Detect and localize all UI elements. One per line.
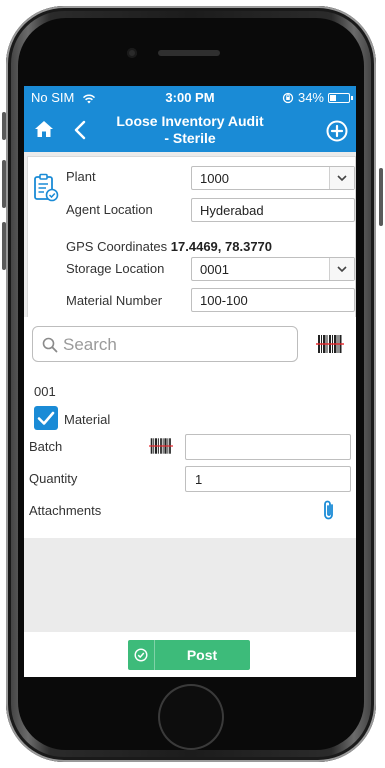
clipboard-icon xyxy=(34,173,59,202)
plant-label: Plant xyxy=(66,169,96,184)
agent-location-label: Agent Location xyxy=(66,202,153,217)
search-placeholder: Search xyxy=(63,335,117,354)
agent-location-value: Hyderabad xyxy=(200,203,264,218)
chevron-down-icon[interactable] xyxy=(329,167,354,189)
earpiece-speaker xyxy=(158,50,220,56)
material-number-label: Material Number xyxy=(66,293,163,308)
status-right: 34% xyxy=(282,90,353,105)
quantity-value: 1 xyxy=(195,472,203,487)
batch-label: Batch xyxy=(29,439,63,454)
quantity-field[interactable]: 1 xyxy=(185,466,351,492)
batch-field[interactable] xyxy=(185,434,351,460)
battery-fill xyxy=(330,94,336,101)
material-number-field[interactable]: 100-100 xyxy=(191,288,355,312)
quantity-label: Quantity xyxy=(29,471,78,486)
attachments-label: Attachments xyxy=(29,503,102,518)
power-button xyxy=(379,168,383,226)
page-title: Loose Inventory Audit - Sterile xyxy=(84,113,296,147)
material-label: Material xyxy=(64,412,111,427)
agent-location-field[interactable]: Hyderabad xyxy=(191,198,355,222)
volume-up-button xyxy=(2,160,6,208)
mute-switch xyxy=(2,112,6,140)
volume-down-button xyxy=(2,222,6,270)
navigation-bar: Loose Inventory Audit - Sterile xyxy=(24,108,356,152)
search-icon xyxy=(42,337,58,353)
material-checkbox[interactable] xyxy=(34,406,58,430)
orientation-lock-icon xyxy=(282,92,294,103)
home-icon[interactable] xyxy=(34,120,54,138)
storage-location-select[interactable]: 0001 xyxy=(191,257,355,281)
battery-icon xyxy=(328,92,353,103)
storage-location-label: Storage Location xyxy=(66,261,165,276)
batch-barcode-icon[interactable] xyxy=(149,437,173,455)
line-item-panel: 001 Material Batch Quantity 1 Attachment… xyxy=(24,371,356,538)
item-number: 001 xyxy=(34,384,56,399)
storage-location-value: 0001 xyxy=(200,262,229,277)
app-screen: No SIM 3:00 PM 34% Loose Inventory Audit… xyxy=(24,86,356,677)
plant-select[interactable]: 1000 xyxy=(191,166,355,190)
audit-header-card: Plant 1000 Agent Location Hyderabad GPS … xyxy=(27,156,356,318)
gps-value: 17.4469, 78.3770 xyxy=(170,239,273,254)
material-number-value: 100-100 xyxy=(200,293,248,308)
plant-value: 1000 xyxy=(200,171,229,186)
check-circle-icon xyxy=(128,640,155,670)
front-camera xyxy=(127,48,137,58)
paperclip-icon[interactable] xyxy=(322,499,336,521)
page-title-line2: - Sterile xyxy=(164,130,216,146)
page-title-line1: Loose Inventory Audit xyxy=(116,113,264,129)
status-bar: No SIM 3:00 PM 34% xyxy=(24,86,356,108)
chevron-down-icon[interactable] xyxy=(329,258,354,280)
gps-coordinates: GPS Coordinates 17.4469, 78.3770 xyxy=(66,239,272,254)
search-panel: Search xyxy=(24,317,356,371)
checkmark-icon xyxy=(37,411,55,425)
post-button[interactable]: Post xyxy=(128,640,250,670)
search-input[interactable]: Search xyxy=(32,326,298,362)
footer-bar: Post xyxy=(24,632,356,677)
post-label: Post xyxy=(186,647,218,663)
home-button[interactable] xyxy=(160,686,222,748)
barcode-icon[interactable] xyxy=(316,334,344,354)
battery-percent: 34% xyxy=(297,90,324,105)
gps-label: GPS Coordinates xyxy=(66,239,168,254)
add-circle-icon[interactable] xyxy=(326,120,348,142)
